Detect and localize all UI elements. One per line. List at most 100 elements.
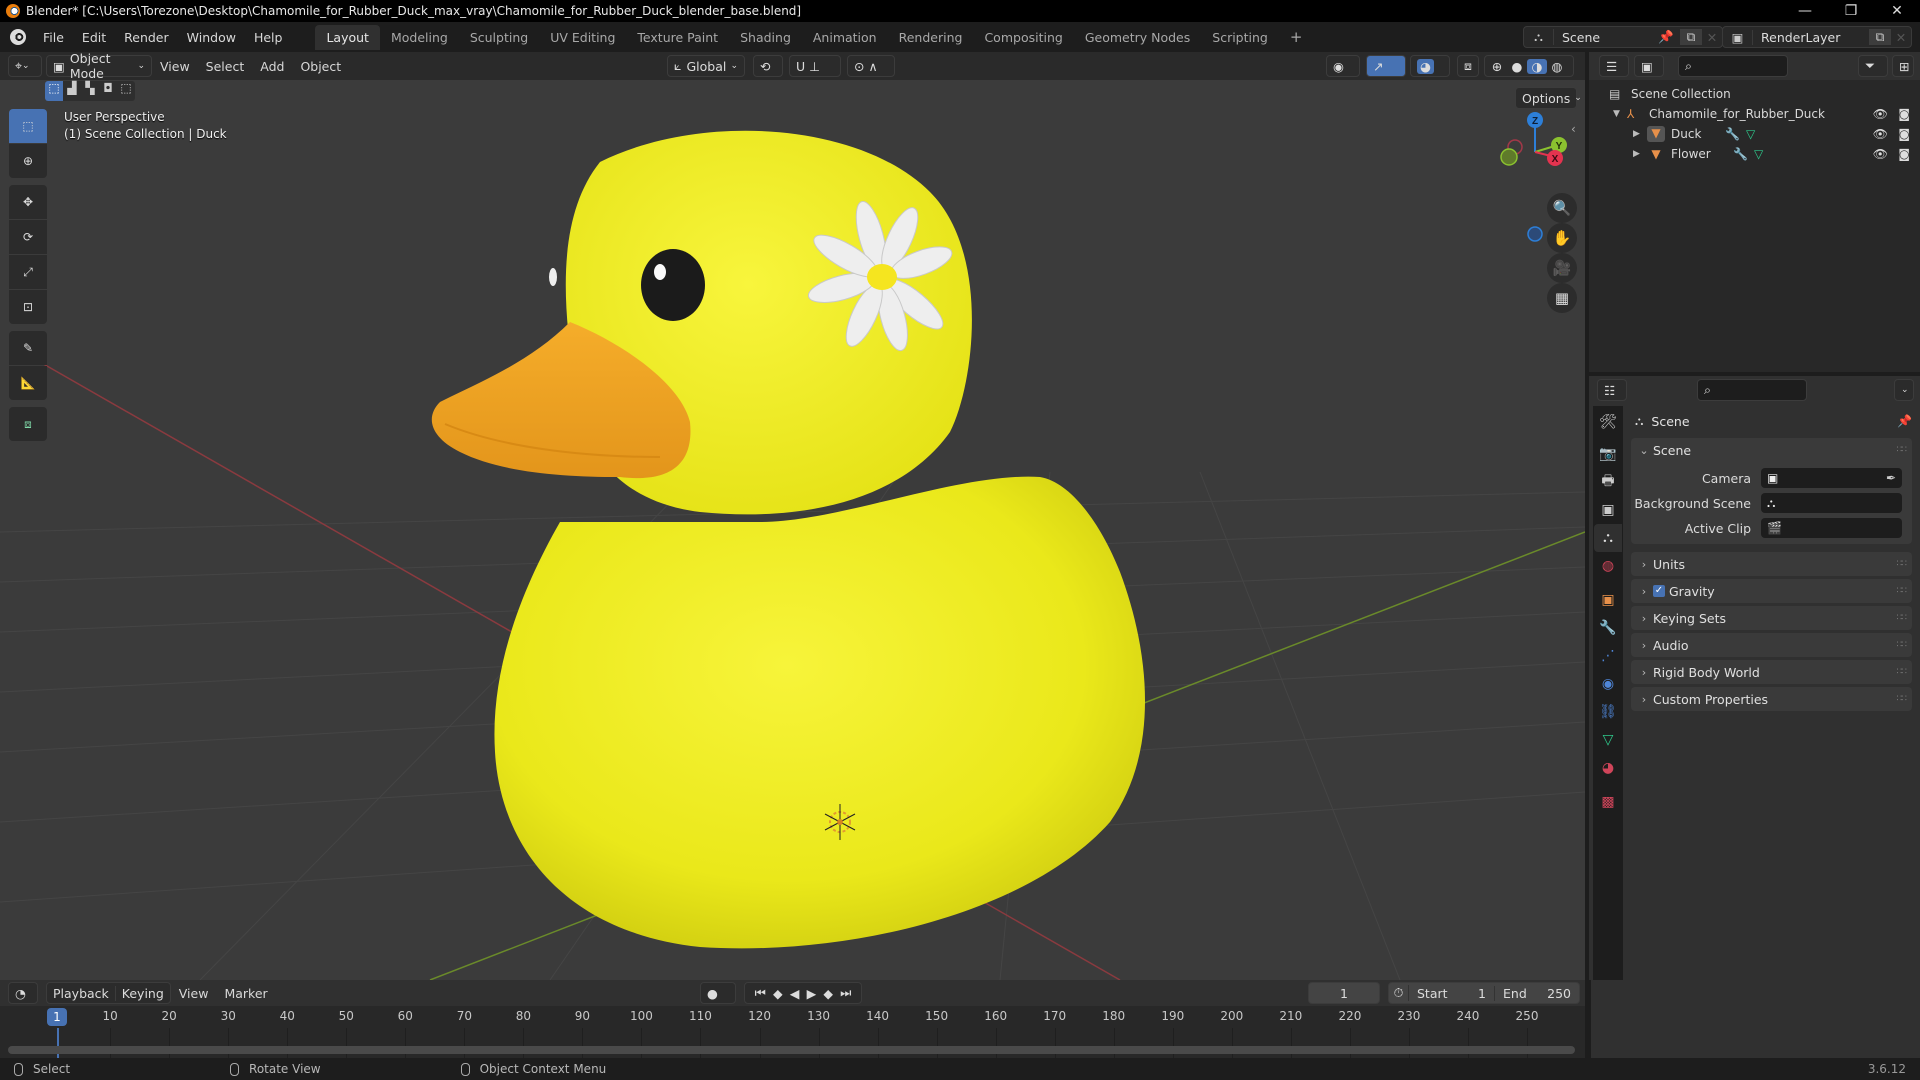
drag-grip-icon[interactable]: ∷∷ bbox=[1897, 640, 1908, 650]
viewport-menu-view[interactable]: View bbox=[152, 59, 198, 74]
visibility-eye-icon[interactable]: 👁 bbox=[1873, 127, 1888, 141]
visibility-eye-icon[interactable]: 👁 bbox=[1873, 147, 1888, 161]
expand-arrow-icon[interactable]: ▶ bbox=[1633, 129, 1647, 139]
drag-grip-icon[interactable]: ∷∷ bbox=[1897, 559, 1908, 569]
keying-menu[interactable]: Keying bbox=[116, 986, 170, 1001]
rendered-shading-icon[interactable]: ◍ bbox=[1547, 59, 1567, 74]
tab-particles[interactable]: ⋰ bbox=[1594, 642, 1622, 670]
scene-panel-header[interactable]: ⌄ Scene ∷∷ bbox=[1631, 438, 1912, 462]
outliner-editor-type-button[interactable]: ☰ bbox=[1599, 55, 1629, 77]
overlay-toggle[interactable]: ◕ bbox=[1410, 55, 1450, 77]
pin-icon[interactable]: 📌 bbox=[1658, 29, 1680, 45]
outliner-row-flower[interactable]: ▶ ▼ Flower 🔧 ▽ 👁 ◙ bbox=[1589, 144, 1920, 164]
close-button[interactable]: ✕ bbox=[1874, 0, 1920, 22]
gizmo-toggle[interactable]: ↗ bbox=[1366, 55, 1406, 77]
select-invert-icon[interactable]: ◘ bbox=[99, 81, 117, 101]
menu-help[interactable]: Help bbox=[245, 30, 292, 45]
tab-modifiers[interactable]: 🔧 bbox=[1594, 614, 1622, 642]
material-preview-shading-icon[interactable]: ◑ bbox=[1527, 58, 1547, 74]
minimize-button[interactable]: — bbox=[1782, 0, 1828, 22]
ortho-toggle-button[interactable]: ▦ bbox=[1547, 283, 1577, 313]
new-scene-icon[interactable]: ⧉ bbox=[1680, 29, 1702, 45]
camera-view-button[interactable]: 🎥 bbox=[1547, 253, 1577, 283]
play-reverse-icon[interactable]: ◀ bbox=[790, 986, 800, 1001]
select-intersect-icon[interactable]: ⬚ bbox=[117, 81, 135, 101]
zoom-view-button[interactable]: 🔍 bbox=[1547, 193, 1577, 223]
tool-rotate[interactable]: ⟳ bbox=[9, 220, 47, 254]
view-layer-selector[interactable]: ▣ RenderLayer ⧉ ✕ bbox=[1722, 26, 1912, 48]
start-frame-field[interactable]: Start 1 bbox=[1409, 985, 1495, 1001]
neg-z-axis-handle[interactable] bbox=[1527, 226, 1543, 242]
menu-window[interactable]: Window bbox=[178, 30, 245, 45]
outliner-row-scene-collection[interactable]: ▤ Scene Collection bbox=[1589, 84, 1920, 104]
neg-y-axis-handle[interactable] bbox=[1500, 148, 1518, 166]
outliner-row-duck[interactable]: ▶ ▼ Duck 🔧 ▽ 👁 ◙ bbox=[1589, 124, 1920, 144]
delete-scene-icon[interactable]: ✕ bbox=[1702, 30, 1722, 45]
timeline-editor-type-button[interactable]: ◔ bbox=[8, 982, 38, 1004]
camera-field[interactable]: ▣ ✒ bbox=[1761, 468, 1902, 488]
tab-render[interactable]: 📷 bbox=[1594, 440, 1622, 468]
drag-grip-icon[interactable]: ∷∷ bbox=[1897, 445, 1908, 455]
3d-viewport[interactable]: ⌖ ⌄ ▣ Object Mode ⌄ View Select Add Object… bbox=[0, 52, 1585, 980]
background-scene-field[interactable]: ⛬ bbox=[1761, 493, 1902, 513]
tool-add-cube[interactable]: ⧈ bbox=[9, 407, 47, 441]
workspace-tab-geometry-nodes[interactable]: Geometry Nodes bbox=[1074, 25, 1201, 50]
scene-name[interactable]: Scene bbox=[1554, 30, 1658, 45]
mesh-data-icon[interactable]: ▽ bbox=[1754, 147, 1763, 161]
outliner-row-chamomile[interactable]: ▼ ⅄ Chamomile_for_Rubber_Duck 👁 ◙ bbox=[1589, 104, 1920, 124]
tool-select-box[interactable]: ⬚ bbox=[9, 109, 47, 143]
tab-constraints[interactable]: ⛓ bbox=[1594, 698, 1622, 726]
viewport-menu-object[interactable]: Object bbox=[292, 59, 349, 74]
tab-data[interactable]: ▽ bbox=[1594, 726, 1622, 754]
tab-tool[interactable]: 🛠 bbox=[1594, 408, 1622, 436]
outliner-search-input[interactable]: ⌕ bbox=[1678, 55, 1788, 77]
tab-object[interactable]: ▣ bbox=[1594, 586, 1622, 614]
mode-selector[interactable]: ▣ Object Mode ⌄ bbox=[46, 52, 152, 81]
eyedropper-icon[interactable]: ✒ bbox=[1886, 471, 1896, 485]
tool-measure[interactable]: 📐 bbox=[9, 366, 47, 400]
workspace-tab-texture-paint[interactable]: Texture Paint bbox=[626, 25, 729, 50]
workspace-tab-layout[interactable]: Layout bbox=[315, 24, 380, 50]
properties-editor-type-button[interactable]: ☷ bbox=[1597, 379, 1627, 401]
workspace-tab-rendering[interactable]: Rendering bbox=[888, 25, 974, 50]
tool-annotate[interactable]: ✎ bbox=[9, 331, 47, 365]
auto-keying-toggle[interactable]: ● bbox=[700, 982, 736, 1004]
audio-panel-header[interactable]: › Audio ∷∷ bbox=[1631, 633, 1912, 657]
blender-menu-icon[interactable] bbox=[10, 29, 26, 45]
tool-transform[interactable]: ⊡ bbox=[9, 290, 47, 324]
menu-render[interactable]: Render bbox=[115, 30, 178, 45]
frame-ruler[interactable]: 10 20 30 40 50 60 70 80 90 100 110 120 130 140 150 160 1… bbox=[0, 1006, 1585, 1028]
drag-grip-icon[interactable]: ∷∷ bbox=[1897, 667, 1908, 677]
transform-orientation-selector[interactable]: ⟀ Global ⌄ bbox=[667, 55, 745, 77]
solid-shading-icon[interactable]: ● bbox=[1507, 59, 1527, 74]
playhead-frame[interactable]: 1 bbox=[47, 1008, 67, 1026]
tab-view-layer[interactable]: ▣ bbox=[1594, 496, 1622, 524]
gravity-checkbox[interactable]: ✓ bbox=[1653, 585, 1665, 597]
filter-button[interactable]: ⏷ bbox=[1858, 55, 1888, 77]
prev-keyframe-icon[interactable]: ◆ bbox=[773, 986, 783, 1001]
new-view-layer-icon[interactable]: ⧉ bbox=[1869, 29, 1891, 45]
view-layer-name[interactable]: RenderLayer bbox=[1753, 30, 1869, 45]
select-new-icon[interactable]: ⬚ bbox=[45, 81, 63, 101]
pan-view-button[interactable]: ✋ bbox=[1547, 223, 1577, 253]
select-extend-icon[interactable]: ▟ bbox=[63, 81, 81, 101]
current-frame-field[interactable]: 1 bbox=[1308, 982, 1380, 1004]
workspace-tab-sculpting[interactable]: Sculpting bbox=[459, 25, 539, 50]
mesh-data-icon[interactable]: ▽ bbox=[1746, 127, 1755, 141]
select-subtract-icon[interactable]: ▚ bbox=[81, 81, 99, 101]
scene-selector[interactable]: ⛬ Scene 📌 ⧉ ✕ bbox=[1523, 26, 1723, 48]
expand-arrow-icon[interactable]: ▶ bbox=[1633, 149, 1647, 159]
next-keyframe-icon[interactable]: ◆ bbox=[823, 986, 833, 1001]
workspace-tab-animation[interactable]: Animation bbox=[802, 25, 888, 50]
shading-selector[interactable]: ⊕ ● ◑ ◍ bbox=[1484, 55, 1574, 77]
menu-edit[interactable]: Edit bbox=[73, 30, 115, 45]
tab-output[interactable]: 🖶 bbox=[1594, 468, 1622, 496]
modifier-wrench-icon[interactable]: 🔧 bbox=[1733, 147, 1748, 161]
wireframe-shading-icon[interactable]: ⊕ bbox=[1487, 59, 1507, 74]
end-frame-field[interactable]: End 250 bbox=[1495, 986, 1579, 1001]
xray-toggle[interactable]: ⧈ bbox=[1457, 55, 1479, 77]
tool-cursor[interactable]: ⊕ bbox=[9, 144, 47, 178]
tool-scale[interactable]: ⤢ bbox=[9, 255, 47, 289]
expand-arrow-icon[interactable]: ▼ bbox=[1613, 109, 1627, 119]
rigid-body-world-panel-header[interactable]: › Rigid Body World ∷∷ bbox=[1631, 660, 1912, 684]
